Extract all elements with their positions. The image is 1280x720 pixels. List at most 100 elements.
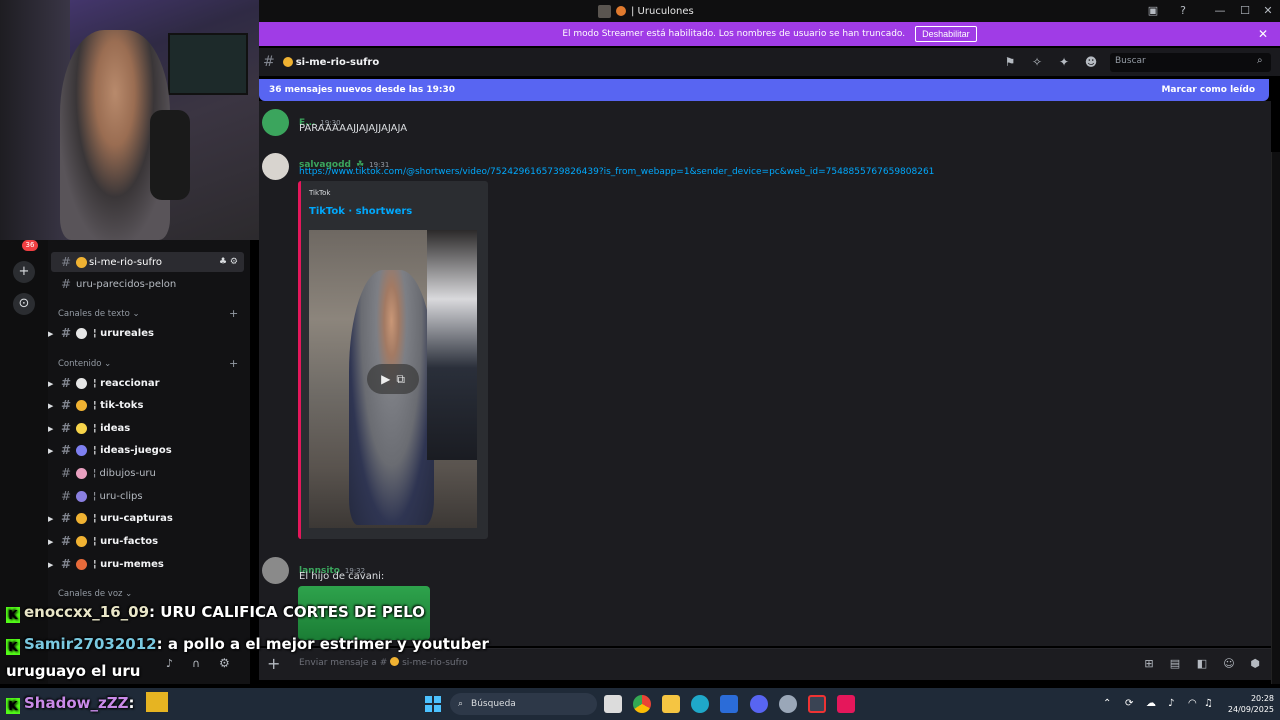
channel-item[interactable]: # ¦ urureales	[51, 323, 244, 343]
headphones-icon[interactable]: ∩	[192, 657, 200, 670]
channel-item[interactable]: # ¦ tik-toks	[51, 395, 244, 415]
maximize-icon[interactable]: ☐	[1237, 3, 1253, 19]
new-messages-bar[interactable]: 36 mensajes nuevos desde las 19:30 Marca…	[259, 79, 1269, 101]
channel-emoji-icon	[76, 422, 87, 434]
sync-icon[interactable]: ⟳	[1125, 698, 1133, 709]
tiktok-icon[interactable]	[837, 695, 855, 713]
mic-tray-icon[interactable]: ♪	[1168, 698, 1174, 709]
chat-overlay-text: :	[128, 694, 135, 712]
search-input[interactable]: Buscar	[1110, 53, 1271, 72]
kick-logo-icon: K	[6, 698, 20, 714]
taskbar-clock[interactable]: 20:28 24/09/2025	[1222, 693, 1274, 715]
user-settings-icon[interactable]: ⚙	[219, 656, 230, 670]
play-button[interactable]: ▶ ⧉	[367, 364, 419, 394]
gift-icon[interactable]: ⊞	[1142, 657, 1156, 671]
microphone-icon[interactable]: ♪	[166, 657, 173, 670]
category-header[interactable]: Canales de texto ⌄	[58, 309, 140, 319]
channel-item[interactable]: # ¦ ideas-juegos	[51, 440, 244, 460]
channel-title: si-me-rio-sufro	[295, 56, 380, 68]
close-window-icon[interactable]: ✕	[1260, 3, 1276, 19]
channel-item[interactable]: # ¦ uru-factos	[51, 531, 244, 551]
volume-icon[interactable]: ♫	[1204, 698, 1213, 709]
store-icon[interactable]	[720, 695, 738, 713]
hashtag-icon: #	[60, 534, 72, 548]
microphone-arm	[150, 110, 190, 200]
add-channel-icon[interactable]: +	[229, 357, 238, 370]
help-icon[interactable]: ?	[1175, 3, 1191, 19]
chat-overlay-line: uruguayo el uru	[6, 662, 140, 680]
channel-label: ¦ uru-factos	[93, 535, 159, 547]
settings-app-icon[interactable]	[779, 695, 797, 713]
chrome-icon[interactable]	[633, 695, 651, 713]
taskbar-search[interactable]: ⌕ Búsqueda	[450, 693, 597, 715]
mark-as-read-button[interactable]: Marcar como leído	[1161, 85, 1255, 95]
channel-label: ¦ urureales	[93, 327, 154, 339]
apps-icon[interactable]: ⬢	[1248, 657, 1262, 671]
channel-item[interactable]: # si-me-rio-sufro ♣ ⚙	[51, 252, 244, 272]
channel-item[interactable]: # uru-parecidos-pelon	[51, 274, 244, 294]
mute-bell-icon[interactable]: ✧	[1029, 55, 1045, 69]
cloud-icon[interactable]: ☁	[1146, 698, 1156, 709]
chat-overlay-line: Kenoccxx_16_09: URU CALIFICA CORTES DE P…	[6, 603, 425, 623]
channel-label: ¦ uru-memes	[93, 558, 164, 570]
close-banner-icon[interactable]: ✕	[1258, 27, 1268, 41]
placeholder-prefix: Enviar mensaje a #	[299, 658, 388, 668]
gif-icon[interactable]: ▤	[1168, 657, 1182, 671]
chat-overlay-user: enoccxx_16_09	[24, 603, 150, 621]
category-header[interactable]: Contenido ⌄	[58, 359, 111, 369]
flame-emoji-icon	[616, 6, 626, 16]
category-header[interactable]: Canales de voz ⌄	[58, 589, 132, 599]
message-text: El hijo de cavani:	[299, 571, 385, 582]
channel-item[interactable]: # ¦ uru-capturas	[51, 508, 244, 528]
emoji-icon[interactable]: ☺	[1222, 657, 1236, 671]
channel-item[interactable]: # ¦ uru-memes	[51, 554, 244, 574]
hashtag-icon: #	[60, 557, 72, 571]
chat-overlay-text: uruguayo el uru	[6, 662, 141, 680]
hashtag-icon: #	[60, 443, 72, 457]
embed-title[interactable]: TikTok · shortwers	[309, 206, 412, 217]
channel-emoji-icon	[76, 512, 87, 524]
discord-icon[interactable]	[750, 695, 768, 713]
channel-emoji-icon	[76, 535, 87, 547]
task-view-icon[interactable]	[604, 695, 622, 713]
pin-icon[interactable]: ✦	[1056, 55, 1072, 69]
channel-item[interactable]: # ¦ dibujos-uru	[51, 463, 244, 483]
file-explorer-icon[interactable]	[662, 695, 680, 713]
member-list-edge	[1271, 152, 1280, 684]
hashtag-icon: #	[60, 466, 72, 480]
channel-item[interactable]: # ¦ ideas	[51, 418, 244, 438]
invite-and-settings-icon[interactable]: ♣ ⚙	[219, 257, 238, 267]
channel-emoji-icon	[76, 490, 87, 502]
chat-overlay-user: Samir27032012	[24, 635, 157, 653]
windows-start-icon[interactable]	[425, 696, 441, 712]
channel-item[interactable]: # ¦ reaccionar	[51, 373, 244, 393]
inbox-icon[interactable]: ▣	[1145, 3, 1161, 19]
chat-overlay-user: Shadow_zZZ	[24, 694, 129, 712]
minimize-icon[interactable]: —	[1212, 3, 1228, 19]
channel-label: uru-parecidos-pelon	[76, 278, 177, 290]
search-icon: ⌕	[1257, 55, 1263, 66]
threads-icon[interactable]: ⚑	[1002, 55, 1018, 69]
obs-icon[interactable]	[808, 695, 826, 713]
add-server-icon[interactable]: +	[13, 261, 35, 283]
avatar[interactable]	[262, 153, 289, 180]
clock-time: 20:28	[1250, 694, 1274, 703]
channel-emoji-icon	[76, 399, 87, 411]
avatar[interactable]	[262, 109, 289, 136]
edge-icon[interactable]	[691, 695, 709, 713]
avatar[interactable]	[262, 557, 289, 584]
discover-icon[interactable]: ⊙	[13, 293, 35, 315]
composer-placeholder[interactable]: Enviar mensaje a # si-me-rio-sufro	[299, 657, 468, 668]
tray-chevron-icon[interactable]: ⌃	[1103, 698, 1111, 709]
disable-streamer-button[interactable]: Deshabilitar	[915, 26, 977, 42]
channel-item[interactable]: # ¦ uru-clips	[51, 486, 244, 506]
attach-plus-icon[interactable]: +	[267, 654, 280, 673]
sticker-icon[interactable]: ◧	[1195, 657, 1209, 671]
channel-emoji-icon	[76, 327, 87, 339]
message-link[interactable]: https://www.tiktok.com/@shortwers/video/…	[299, 167, 934, 177]
new-messages-text: 36 mensajes nuevos desde las 19:30	[269, 85, 455, 95]
add-channel-icon[interactable]: +	[229, 307, 238, 320]
hashtag-icon: #	[60, 255, 72, 269]
wifi-icon[interactable]: ◠	[1188, 698, 1197, 709]
members-icon[interactable]: ☻	[1083, 55, 1099, 69]
